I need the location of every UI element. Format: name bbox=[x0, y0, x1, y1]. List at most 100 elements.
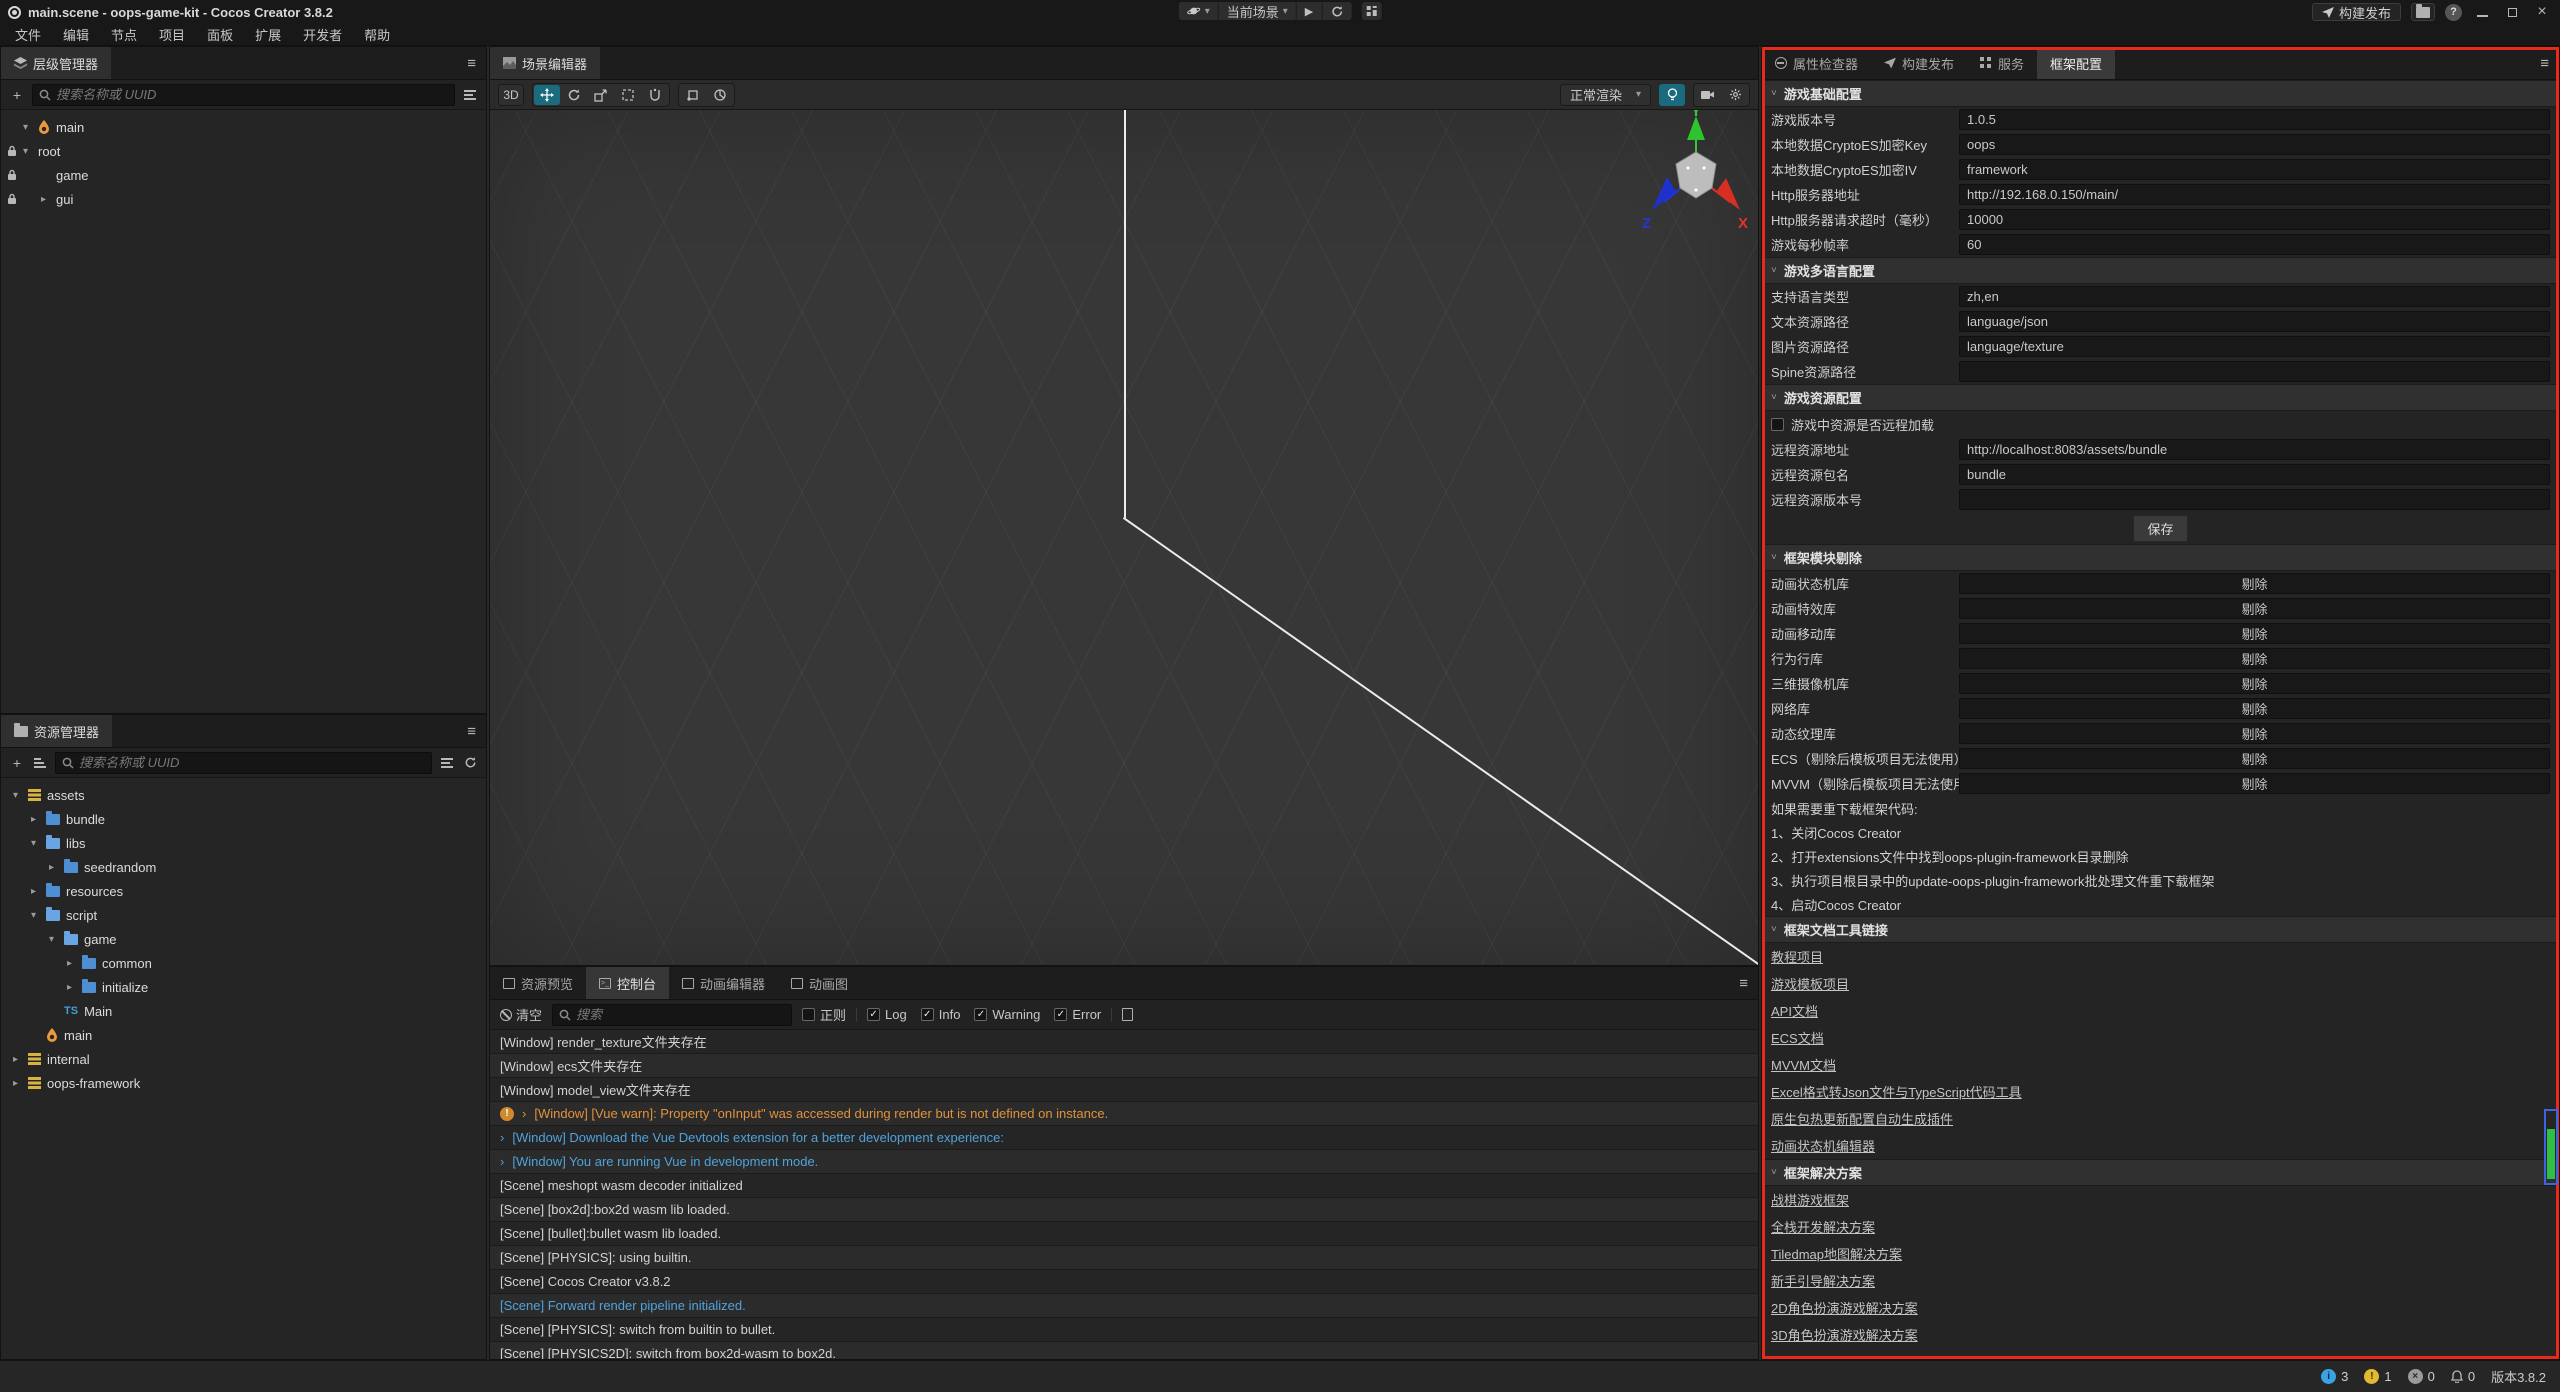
warning-count[interactable]: ! 1 bbox=[2364, 1369, 2391, 1384]
assets-tab[interactable]: 资源管理器 bbox=[1, 715, 112, 747]
assets-search-input[interactable] bbox=[79, 755, 425, 770]
remove-module-button[interactable]: 剔除 bbox=[1959, 773, 2550, 794]
doc-link[interactable]: 全栈开发解决方案 bbox=[1771, 1217, 1875, 1236]
assets-menu-icon[interactable]: ≡ bbox=[457, 723, 486, 740]
notification-count[interactable]: 0 bbox=[2451, 1369, 2475, 1384]
field-input[interactable]: http://localhost:8083/assets/bundle bbox=[1959, 439, 2550, 460]
field-input[interactable]: framework bbox=[1959, 159, 2550, 180]
console-log-row[interactable]: ›[Window] You are running Vue in develop… bbox=[490, 1150, 1758, 1174]
chevron-down-icon[interactable]: ▾ bbox=[23, 146, 38, 157]
field-input[interactable] bbox=[1959, 361, 2550, 382]
preview-target-dropdown[interactable]: ▾ bbox=[1179, 2, 1219, 20]
remove-module-button[interactable]: 剔除 bbox=[1959, 698, 2550, 719]
field-input[interactable]: language/texture bbox=[1959, 336, 2550, 357]
section-header[interactable]: ˅框架模块剔除 bbox=[1762, 544, 2559, 571]
remove-module-button[interactable]: 剔除 bbox=[1959, 748, 2550, 769]
chevron-down-icon[interactable]: ▾ bbox=[31, 838, 46, 849]
clear-console-button[interactable]: 清空 bbox=[500, 1005, 542, 1024]
console-log-row[interactable]: [Scene] [bullet]:bullet wasm lib loaded. bbox=[490, 1222, 1758, 1246]
close-button[interactable]: × bbox=[2532, 3, 2552, 21]
lighting-toggle-button[interactable] bbox=[1659, 84, 1685, 106]
filter-info[interactable]: ✓Info bbox=[921, 1007, 961, 1022]
create-asset-button[interactable]: + bbox=[9, 755, 25, 771]
chevron-right-icon[interactable]: ▸ bbox=[13, 1054, 28, 1065]
hierarchy-menu-icon[interactable]: ≡ bbox=[457, 55, 486, 72]
chevron-down-icon[interactable]: ▾ bbox=[13, 790, 28, 801]
remove-module-button[interactable]: 剔除 bbox=[1959, 673, 2550, 694]
console-tab-4[interactable]: 动画图 bbox=[778, 967, 861, 999]
console-tab-2[interactable]: >_控制台 bbox=[586, 967, 669, 999]
asset-node[interactable]: TSMain bbox=[1, 999, 486, 1023]
field-input[interactable]: 1.0.5 bbox=[1959, 109, 2550, 130]
gizmo-tool-button[interactable] bbox=[642, 85, 668, 105]
info-count[interactable]: i 3 bbox=[2321, 1369, 2348, 1384]
field-input[interactable]: oops bbox=[1959, 134, 2550, 155]
scene-camera-button[interactable] bbox=[1695, 85, 1721, 105]
hierarchy-node[interactable]: ▸gui bbox=[1, 187, 486, 211]
hierarchy-search-input[interactable] bbox=[56, 87, 448, 102]
console-tab-3[interactable]: 动画编辑器 bbox=[669, 967, 778, 999]
expand-chevron-icon[interactable]: › bbox=[500, 1154, 504, 1169]
console-log-row[interactable]: [Window] ecs文件夹存在 bbox=[490, 1054, 1758, 1078]
chevron-right-icon[interactable]: ▸ bbox=[67, 958, 82, 969]
doc-link[interactable]: 游戏模板项目 bbox=[1771, 974, 1849, 993]
asset-node[interactable]: ▸common bbox=[1, 951, 486, 975]
expand-chevron-icon[interactable]: › bbox=[522, 1106, 526, 1121]
menu-item[interactable]: 编辑 bbox=[52, 25, 100, 44]
asset-node[interactable]: ▸oops-framework bbox=[1, 1071, 486, 1095]
play-button[interactable]: ▶ bbox=[1297, 2, 1322, 20]
console-log-row[interactable]: [Scene] [box2d]:box2d wasm lib loaded. bbox=[490, 1198, 1758, 1222]
hierarchy-node[interactable]: game bbox=[1, 163, 486, 187]
console-menu-icon[interactable]: ≡ bbox=[1729, 975, 1758, 992]
scene-settings-button[interactable] bbox=[1722, 85, 1748, 105]
menu-item[interactable]: 面板 bbox=[196, 25, 244, 44]
inspector-menu-icon[interactable]: ≡ bbox=[2530, 55, 2559, 72]
expand-chevron-icon[interactable]: › bbox=[500, 1130, 504, 1145]
asset-node[interactable]: ▸initialize bbox=[1, 975, 486, 999]
chevron-right-icon[interactable]: ▸ bbox=[31, 814, 46, 825]
filter-error[interactable]: ✓Error bbox=[1054, 1007, 1101, 1022]
build-publish-button[interactable]: 构建发布 bbox=[2312, 3, 2401, 21]
hierarchy-node[interactable]: ▾root bbox=[1, 139, 486, 163]
doc-link[interactable]: Tiledmap地图解决方案 bbox=[1771, 1244, 1902, 1263]
asset-node[interactable]: ▸internal bbox=[1, 1047, 486, 1071]
layout-button[interactable] bbox=[1360, 1, 1382, 21]
regex-checkbox[interactable]: 正则 bbox=[802, 1005, 846, 1024]
rect-tool-button[interactable] bbox=[615, 85, 641, 105]
move-tool-button[interactable] bbox=[534, 85, 560, 105]
scale-tool-button[interactable] bbox=[588, 85, 614, 105]
scene-tab[interactable]: 场景编辑器 bbox=[490, 47, 600, 79]
coord-snap-button[interactable] bbox=[707, 85, 733, 105]
menu-item[interactable]: 帮助 bbox=[353, 25, 401, 44]
inspector-tab-1[interactable]: 属性检查器 bbox=[1762, 47, 1871, 79]
mode-3d-button[interactable]: 3D bbox=[498, 84, 524, 106]
console-log-row[interactable]: [Scene] Forward render pipeline initiali… bbox=[490, 1294, 1758, 1318]
menu-item[interactable]: 节点 bbox=[100, 25, 148, 44]
field-input[interactable]: bundle bbox=[1959, 464, 2550, 485]
console-log-row[interactable]: [Scene] Cocos Creator v3.8.2 bbox=[490, 1270, 1758, 1294]
asset-node[interactable]: ▾game bbox=[1, 927, 486, 951]
save-button[interactable]: 保存 bbox=[2133, 515, 2187, 542]
doc-link[interactable]: 原生包热更新配置自动生成插件 bbox=[1771, 1109, 1953, 1128]
inspector-tab-2[interactable]: 构建发布 bbox=[1871, 47, 1967, 79]
minimize-button[interactable] bbox=[2472, 5, 2492, 20]
console-log-row[interactable]: [Scene] [PHYSICS]: switch from builtin t… bbox=[490, 1318, 1758, 1342]
chevron-down-icon[interactable]: ▾ bbox=[23, 122, 38, 133]
inspector-tab-3[interactable]: 服务 bbox=[1967, 47, 2037, 79]
filter-log[interactable]: ✓Log bbox=[867, 1007, 907, 1022]
menu-item[interactable]: 文件 bbox=[4, 25, 52, 44]
chevron-right-icon[interactable]: ▸ bbox=[31, 886, 46, 897]
console-log-row[interactable]: [Window] render_texture文件夹存在 bbox=[490, 1030, 1758, 1054]
section-header[interactable]: ˅游戏多语言配置 bbox=[1762, 257, 2559, 284]
chevron-down-icon[interactable]: ▾ bbox=[31, 910, 46, 921]
doc-link[interactable]: 战棋游戏框架 bbox=[1771, 1190, 1849, 1209]
chevron-right-icon[interactable]: ▸ bbox=[49, 862, 64, 873]
field-input[interactable]: zh,en bbox=[1959, 286, 2550, 307]
log-file-icon[interactable] bbox=[1122, 1008, 1133, 1021]
error-count[interactable]: × 0 bbox=[2408, 1369, 2435, 1384]
sort-assets-button[interactable] bbox=[32, 758, 48, 768]
maximize-button[interactable] bbox=[2502, 5, 2522, 20]
menu-item[interactable]: 扩展 bbox=[244, 25, 292, 44]
help-button[interactable]: ? bbox=[2445, 4, 2462, 21]
menu-item[interactable]: 项目 bbox=[148, 25, 196, 44]
